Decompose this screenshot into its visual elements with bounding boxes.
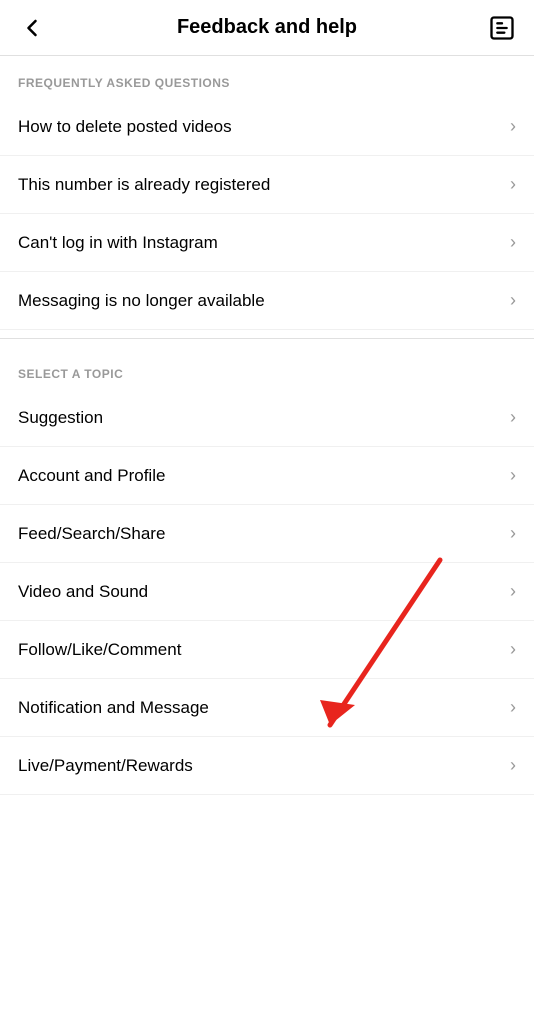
topics-section-label: SELECT A TOPIC [0, 347, 534, 389]
topic-item-text-6: Live/Payment/Rewards [18, 756, 193, 776]
chevron-icon-0: › [510, 116, 516, 137]
topic-item-text-1: Account and Profile [18, 466, 165, 486]
faq-item-text-1: This number is already registered [18, 175, 270, 195]
faq-item-text-0: How to delete posted videos [18, 117, 232, 137]
topic-item-0[interactable]: Suggestion › [0, 389, 534, 447]
chevron-icon-t3: › [510, 581, 516, 602]
chevron-icon-t1: › [510, 465, 516, 486]
section-divider [0, 338, 534, 339]
faq-section: FREQUENTLY ASKED QUESTIONS How to delete… [0, 56, 534, 330]
chevron-icon-t0: › [510, 407, 516, 428]
topic-item-text-3: Video and Sound [18, 582, 148, 602]
faq-item-2[interactable]: Can't log in with Instagram › [0, 214, 534, 272]
faq-item-text-2: Can't log in with Instagram [18, 233, 218, 253]
faq-section-label: FREQUENTLY ASKED QUESTIONS [0, 56, 534, 98]
topic-item-1[interactable]: Account and Profile › [0, 447, 534, 505]
topics-section: SELECT A TOPIC Suggestion › Account and … [0, 347, 534, 795]
chevron-icon-2: › [510, 232, 516, 253]
page-title: Feedback and help [46, 16, 488, 39]
chevron-icon-t4: › [510, 639, 516, 660]
header: Feedback and help [0, 0, 534, 56]
topic-item-2[interactable]: Feed/Search/Share › [0, 505, 534, 563]
topic-item-text-5: Notification and Message [18, 698, 209, 718]
back-button[interactable] [18, 14, 46, 42]
chevron-icon-1: › [510, 174, 516, 195]
chevron-icon-3: › [510, 290, 516, 311]
chevron-icon-t5: › [510, 697, 516, 718]
topic-item-text-4: Follow/Like/Comment [18, 640, 181, 660]
chevron-icon-t6: › [510, 755, 516, 776]
report-icon[interactable] [488, 14, 516, 42]
topic-item-5[interactable]: Notification and Message › [0, 679, 534, 737]
topic-item-text-2: Feed/Search/Share [18, 524, 165, 544]
topic-item-text-0: Suggestion [18, 408, 103, 428]
faq-item-0[interactable]: How to delete posted videos › [0, 98, 534, 156]
topic-item-4[interactable]: Follow/Like/Comment › [0, 621, 534, 679]
chevron-icon-t2: › [510, 523, 516, 544]
topic-item-6[interactable]: Live/Payment/Rewards › [0, 737, 534, 795]
faq-item-text-3: Messaging is no longer available [18, 291, 265, 311]
faq-item-1[interactable]: This number is already registered › [0, 156, 534, 214]
faq-item-3[interactable]: Messaging is no longer available › [0, 272, 534, 330]
topic-item-3[interactable]: Video and Sound › [0, 563, 534, 621]
